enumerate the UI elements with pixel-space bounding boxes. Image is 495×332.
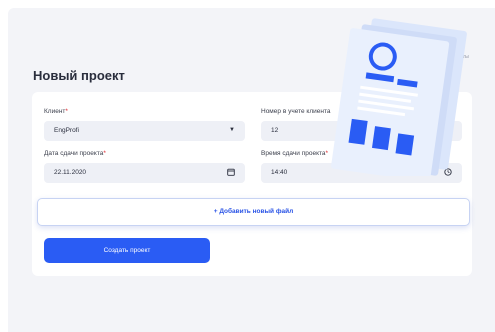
create-project-button[interactable]: Создать проект xyxy=(44,238,210,263)
add-file-button[interactable]: + Добавить новый файл xyxy=(37,198,470,226)
dropdown-arrow-icon: ▼ xyxy=(229,127,235,133)
client-value: EngProfi xyxy=(54,127,79,134)
due-time-label-text: Время сдачи проекта xyxy=(261,150,326,157)
due-date-input[interactable]: 22.11.2020 xyxy=(44,163,245,183)
due-date-value: 22.11.2020 xyxy=(54,169,87,176)
due-time-value: 14:40 xyxy=(271,169,288,176)
client-label: Клиент* xyxy=(44,108,68,115)
page-title: Новый проект xyxy=(33,68,125,83)
client-number-value: 12 xyxy=(271,127,279,134)
document-illustration xyxy=(331,18,467,176)
front-sheet xyxy=(331,28,450,176)
add-file-label: + Добавить новый файл xyxy=(213,208,294,215)
due-date-label-text: Дата сдачи проекта xyxy=(44,150,104,157)
calendar-icon[interactable] xyxy=(227,168,235,178)
required-mark: * xyxy=(103,150,106,157)
required-mark: * xyxy=(65,108,68,115)
client-select[interactable]: EngProfi ▼ xyxy=(44,121,245,141)
due-date-label: Дата сдачи проекта* xyxy=(44,150,106,157)
client-label-text: Клиент xyxy=(44,108,66,115)
